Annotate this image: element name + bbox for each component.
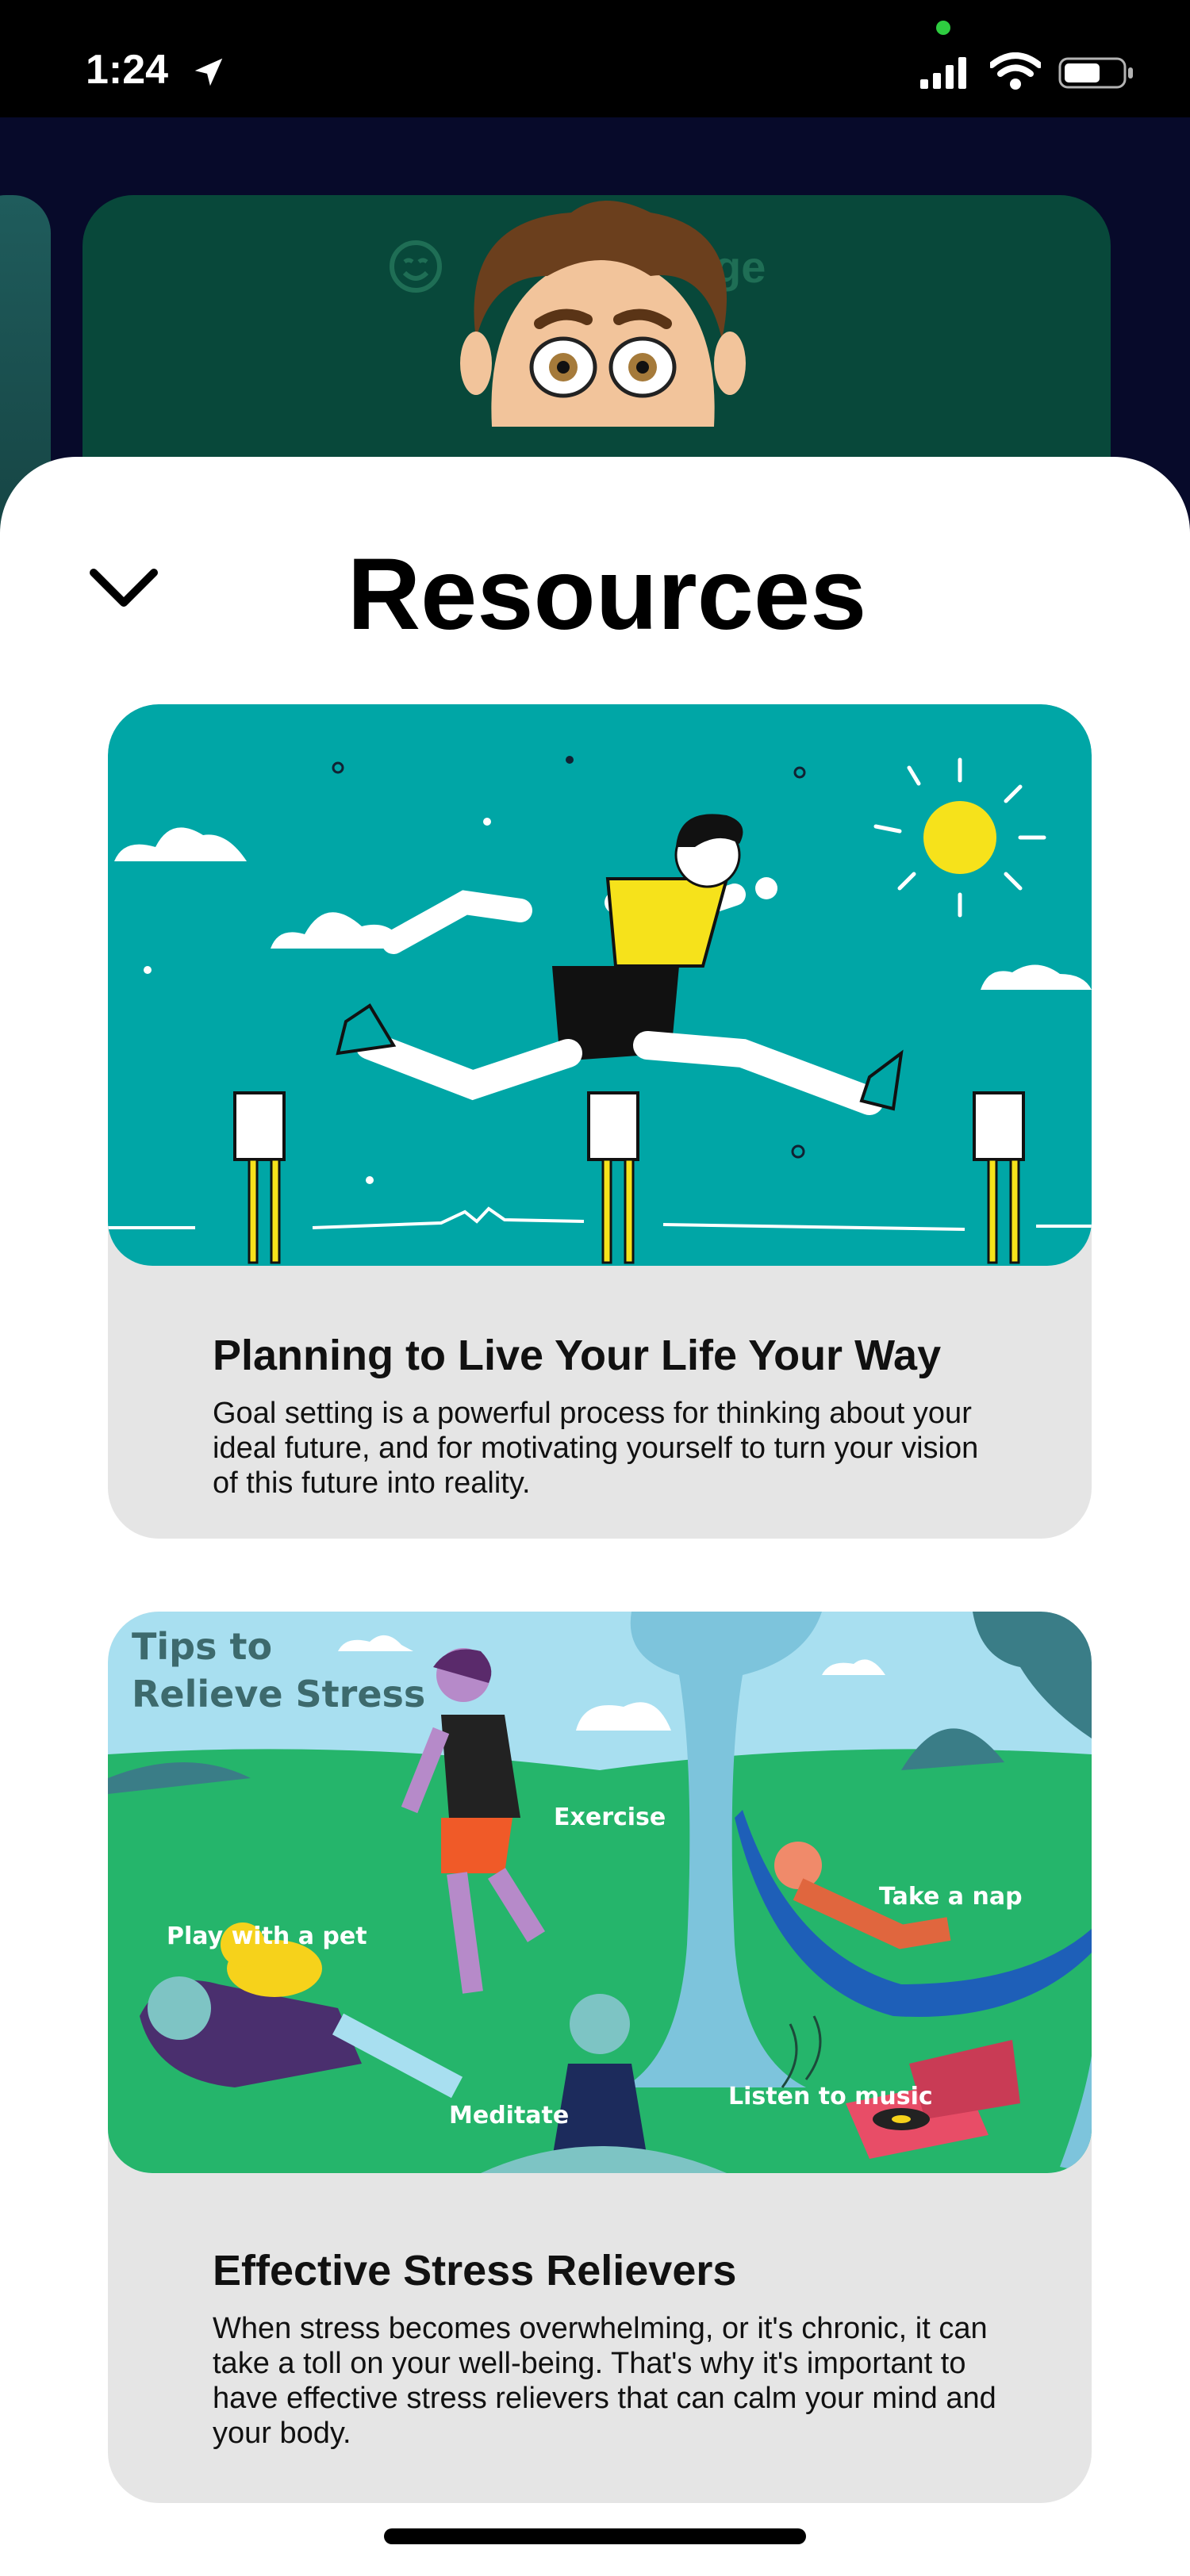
- resource-card-image: Tips to Relieve Stress Exercise Play wit…: [108, 1612, 1092, 2173]
- resource-card-planning[interactable]: Planning to Live Your Life Your Way Goal…: [108, 704, 1092, 1539]
- resource-card-description: When stress becomes overwhelming, or it'…: [213, 2312, 996, 2450]
- resource-card-description: Goal setting is a powerful process for t…: [213, 1397, 979, 1500]
- wifi-icon: [990, 52, 1041, 90]
- status-bar: 1:24: [0, 0, 1190, 117]
- privacy-indicator-dot: [936, 21, 950, 35]
- location-arrow-icon: [194, 58, 223, 86]
- battery-icon: [1058, 57, 1133, 89]
- resource-card-title: Planning to Live Your Life Your Way: [213, 1332, 942, 1379]
- cellular-signal-icon: [920, 57, 966, 89]
- resource-card-image: [108, 704, 1092, 1266]
- image-label-listen-to-music: Listen to music: [728, 2083, 933, 2110]
- resource-card-title: Effective Stress Relievers: [213, 2247, 737, 2294]
- resources-sheet: Resources Planning to Live Your Life You…: [0, 457, 1190, 2576]
- image-label-take-a-nap: Take a nap: [879, 1883, 1023, 1911]
- hurdle-runner-illustration: [108, 704, 1092, 1266]
- image-label-exercise: Exercise: [554, 1804, 666, 1831]
- background-app: ge: [0, 117, 1190, 608]
- home-indicator[interactable]: [384, 2528, 806, 2544]
- sheet-title: Resources: [347, 538, 867, 651]
- image-label-play-with-pet: Play with a pet: [167, 1922, 367, 1950]
- resource-card-stress[interactable]: Tips to Relieve Stress Exercise Play wit…: [108, 1612, 1092, 2503]
- smile-face-icon: [390, 240, 442, 293]
- status-time: 1:24: [86, 47, 169, 93]
- image-label-meditate: Meditate: [449, 2102, 570, 2129]
- image-heading: Tips to Relieve Stress: [132, 1625, 426, 1715]
